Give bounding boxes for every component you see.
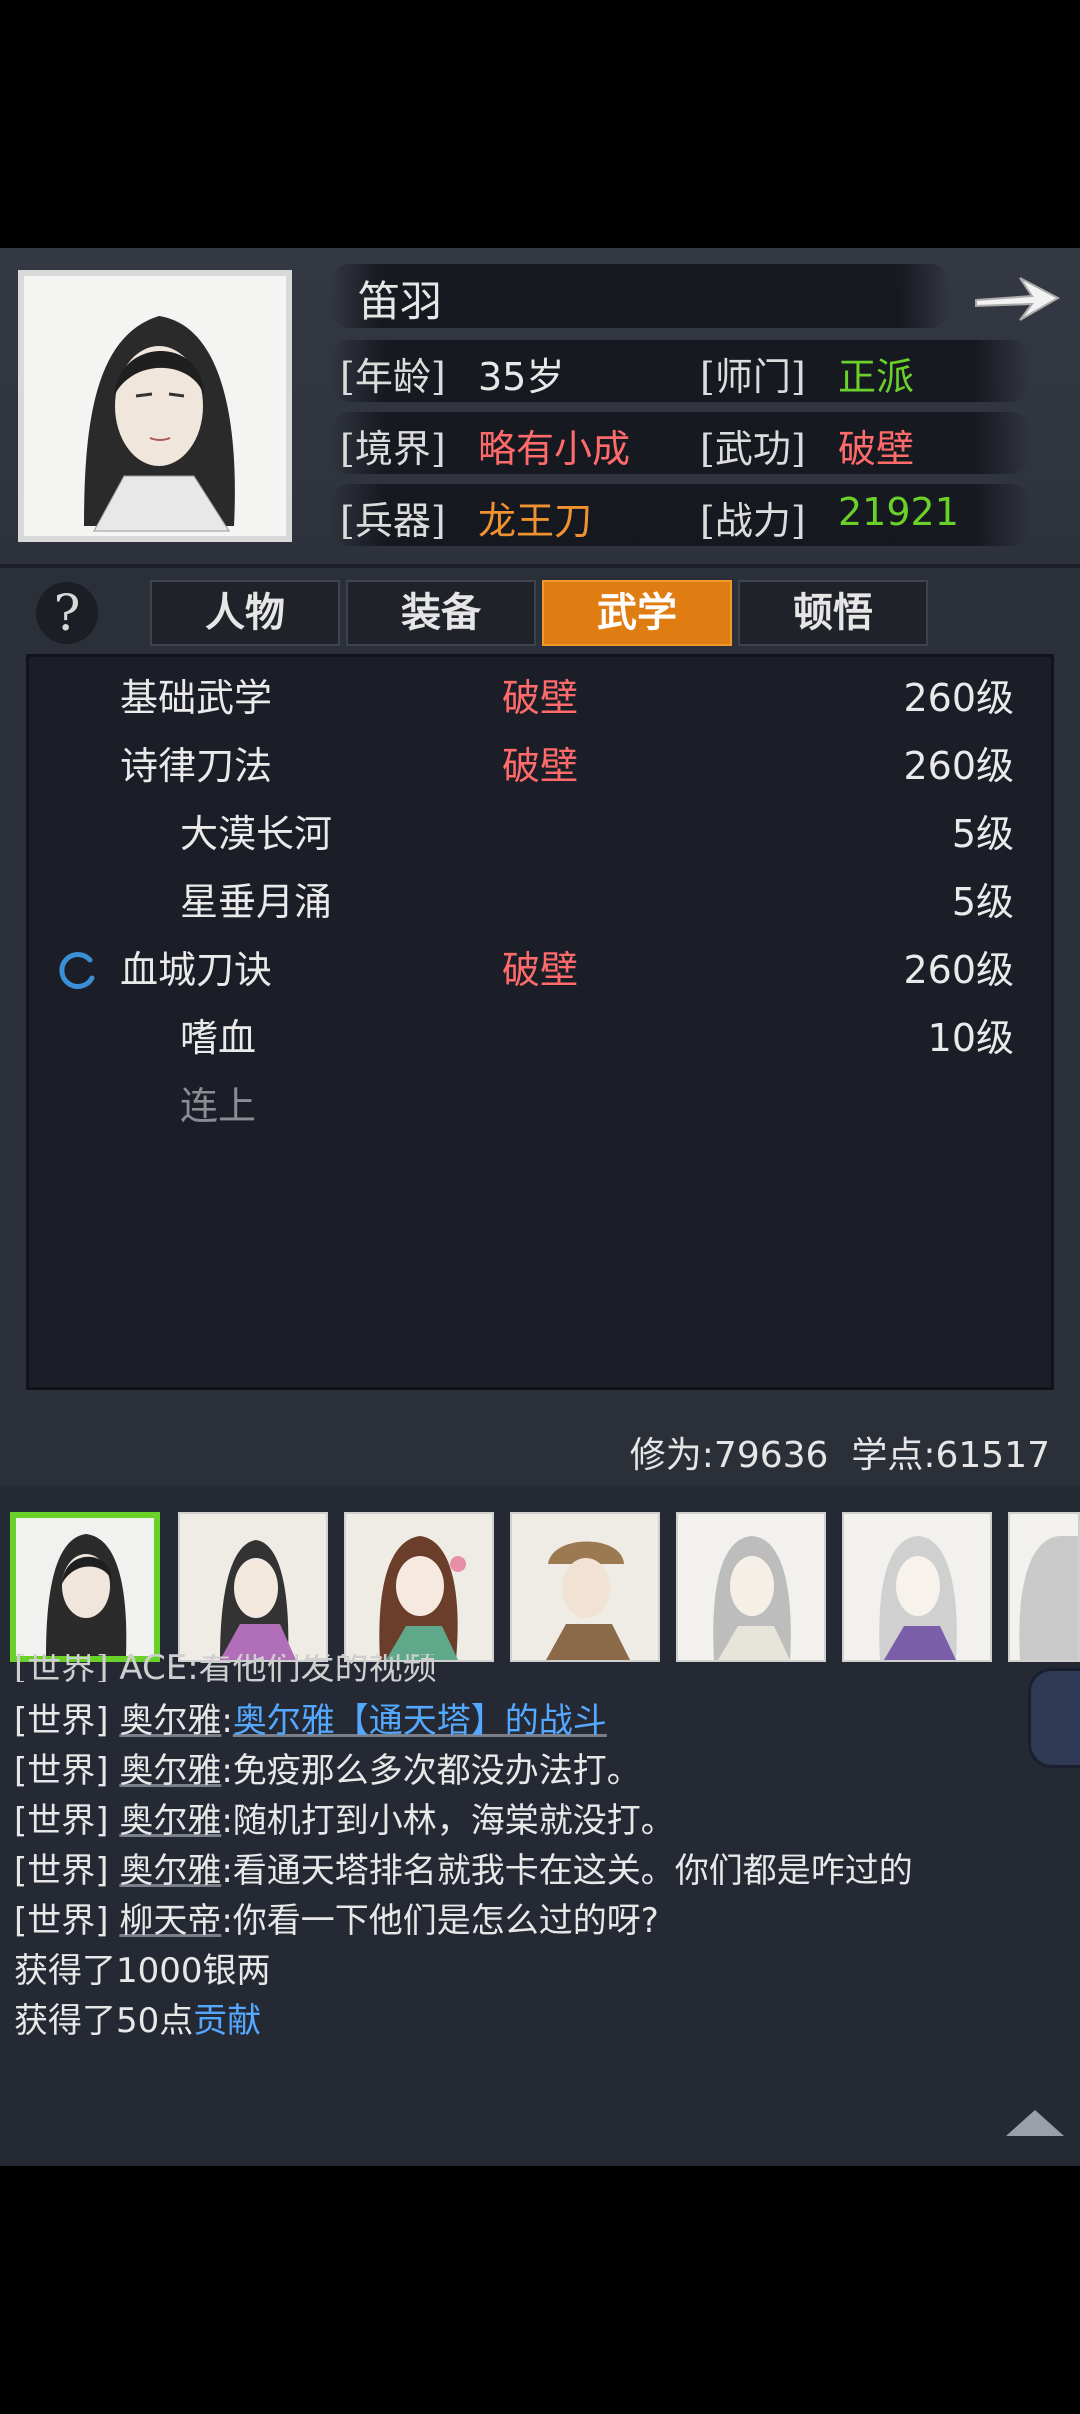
system-message: 获得了50点贡献 [14,1996,261,2046]
chat-user[interactable]: 奥尔雅 [119,1851,221,1891]
skill-level: 260级 [903,948,1014,992]
chat-link[interactable]: 奥尔雅【通天塔】的战斗 [233,1701,607,1741]
chat-channel: [世界] [14,1701,109,1741]
skill-row[interactable]: 大漠长河 5级 [180,800,1014,868]
loading-spinner-icon [58,950,98,990]
skill-level: 260级 [903,744,1014,788]
chat-partial-line: [世界] ACE:看他们发的视频 [14,1654,437,1682]
system-text: 获得了1000银两 [14,1951,271,1991]
power-value: 21921 [838,490,959,534]
skill-level: 5级 [951,880,1014,924]
avatar[interactable] [344,1512,494,1662]
skill-row[interactable]: 嗜血 10级 [180,1004,1014,1072]
age-value: 35岁 [478,355,565,399]
skill-name: 基础武学 [120,676,273,720]
skill-status: 破壁 [502,676,579,720]
chat-user[interactable]: 奥尔雅 [119,1751,221,1791]
chat-channel: [世界] [14,1851,109,1891]
skill-name: 星垂月涌 [180,880,333,924]
martial-label: [武功] [700,427,806,471]
chat-line: [世界] 奥尔雅:随机打到小林，海棠就没打。 [14,1796,675,1846]
chat-line: [世界] 柳天帝:你看一下他们是怎么过的呀? [14,1896,659,1946]
chat-line: [世界] 奥尔雅:免疫那么多次都没办法打。 [14,1746,641,1796]
side-menu-button[interactable] [1028,1668,1080,1768]
skill-name: 大漠长河 [180,812,333,856]
skill-name: 连上 [180,1084,257,1128]
tab-character[interactable]: 人物 [150,580,340,646]
skill-name: 嗜血 [180,1016,257,1060]
skill-level: 260级 [903,676,1014,720]
avatar[interactable] [842,1512,992,1662]
chat-text: :你看一下他们是怎么过的呀? [221,1901,659,1941]
realm-value: 略有小成 [478,427,631,471]
power-label: [战力] [700,499,806,543]
skill-level: 5级 [951,812,1014,856]
skill-level: 10级 [927,1016,1014,1060]
chat-channel: [世界] [14,1801,109,1841]
martial-value: 破壁 [838,427,915,471]
header-divider [0,564,1080,568]
character-portrait[interactable] [18,270,292,542]
tab-martial-arts[interactable]: 武学 [542,580,732,646]
chat-line: [世界] 奥尔雅:奥尔雅【通天塔】的战斗 [14,1696,607,1746]
skill-row[interactable]: 连上 [180,1072,1014,1140]
weapon-value: 龙王刀 [478,499,593,543]
system-message: 获得了1000银两 [14,1946,271,1996]
chat-user[interactable]: 奥尔雅 [119,1701,221,1741]
realm-label: [境界] [340,427,446,471]
chat-text: :随机打到小林，海棠就没打。 [221,1801,675,1841]
skill-row[interactable]: 血城刀诀 破壁 260级 [120,936,1014,1004]
character-name: 笛羽 [358,277,443,326]
chat-line: [世界] 奥尔雅:看通天塔排名就我卡在这关。你们都是咋过的 [14,1846,913,1896]
skill-row[interactable]: 星垂月涌 5级 [180,868,1014,936]
system-link[interactable]: 贡献 [193,2001,261,2041]
skill-name: 诗律刀法 [120,744,273,788]
avatar[interactable] [510,1512,660,1662]
avatar[interactable] [178,1512,328,1662]
chat-text: :免疫那么多次都没办法打。 [221,1751,641,1791]
sect-label: [师门] [700,355,806,399]
skill-row[interactable]: 基础武学 破壁 260级 [120,664,1014,732]
system-text: 获得了50点 [14,2001,194,2041]
portrait-image [24,276,286,536]
chat-user[interactable]: 柳天帝 [119,1901,221,1941]
avatar[interactable] [1008,1512,1080,1662]
chat-channel: [世界] [14,1901,109,1941]
cultivation-stats: 修为:79636 学点:61517 [629,1435,1050,1476]
help-icon[interactable]: ? [36,582,98,644]
age-label: [年龄] [340,355,446,399]
arrow-right-icon[interactable] [970,262,1064,332]
scroll-up-icon[interactable] [1002,2104,1068,2140]
chat-text: :看通天塔排名就我卡在这关。你们都是咋过的 [221,1851,913,1891]
skill-status: 破壁 [502,948,579,992]
chat-user[interactable]: 奥尔雅 [119,1801,221,1841]
skill-status: 破壁 [502,744,579,788]
weapon-label: [兵器] [340,499,446,543]
avatar[interactable] [676,1512,826,1662]
tab-equipment[interactable]: 装备 [346,580,536,646]
skill-row[interactable]: 诗律刀法 破壁 260级 [120,732,1014,800]
chat-channel: [世界] [14,1751,109,1791]
tab-enlightenment[interactable]: 顿悟 [738,580,928,646]
skill-name: 血城刀诀 [120,948,273,992]
sect-value: 正派 [838,355,915,399]
chat-text: : [221,1701,233,1741]
avatar[interactable] [10,1512,160,1662]
